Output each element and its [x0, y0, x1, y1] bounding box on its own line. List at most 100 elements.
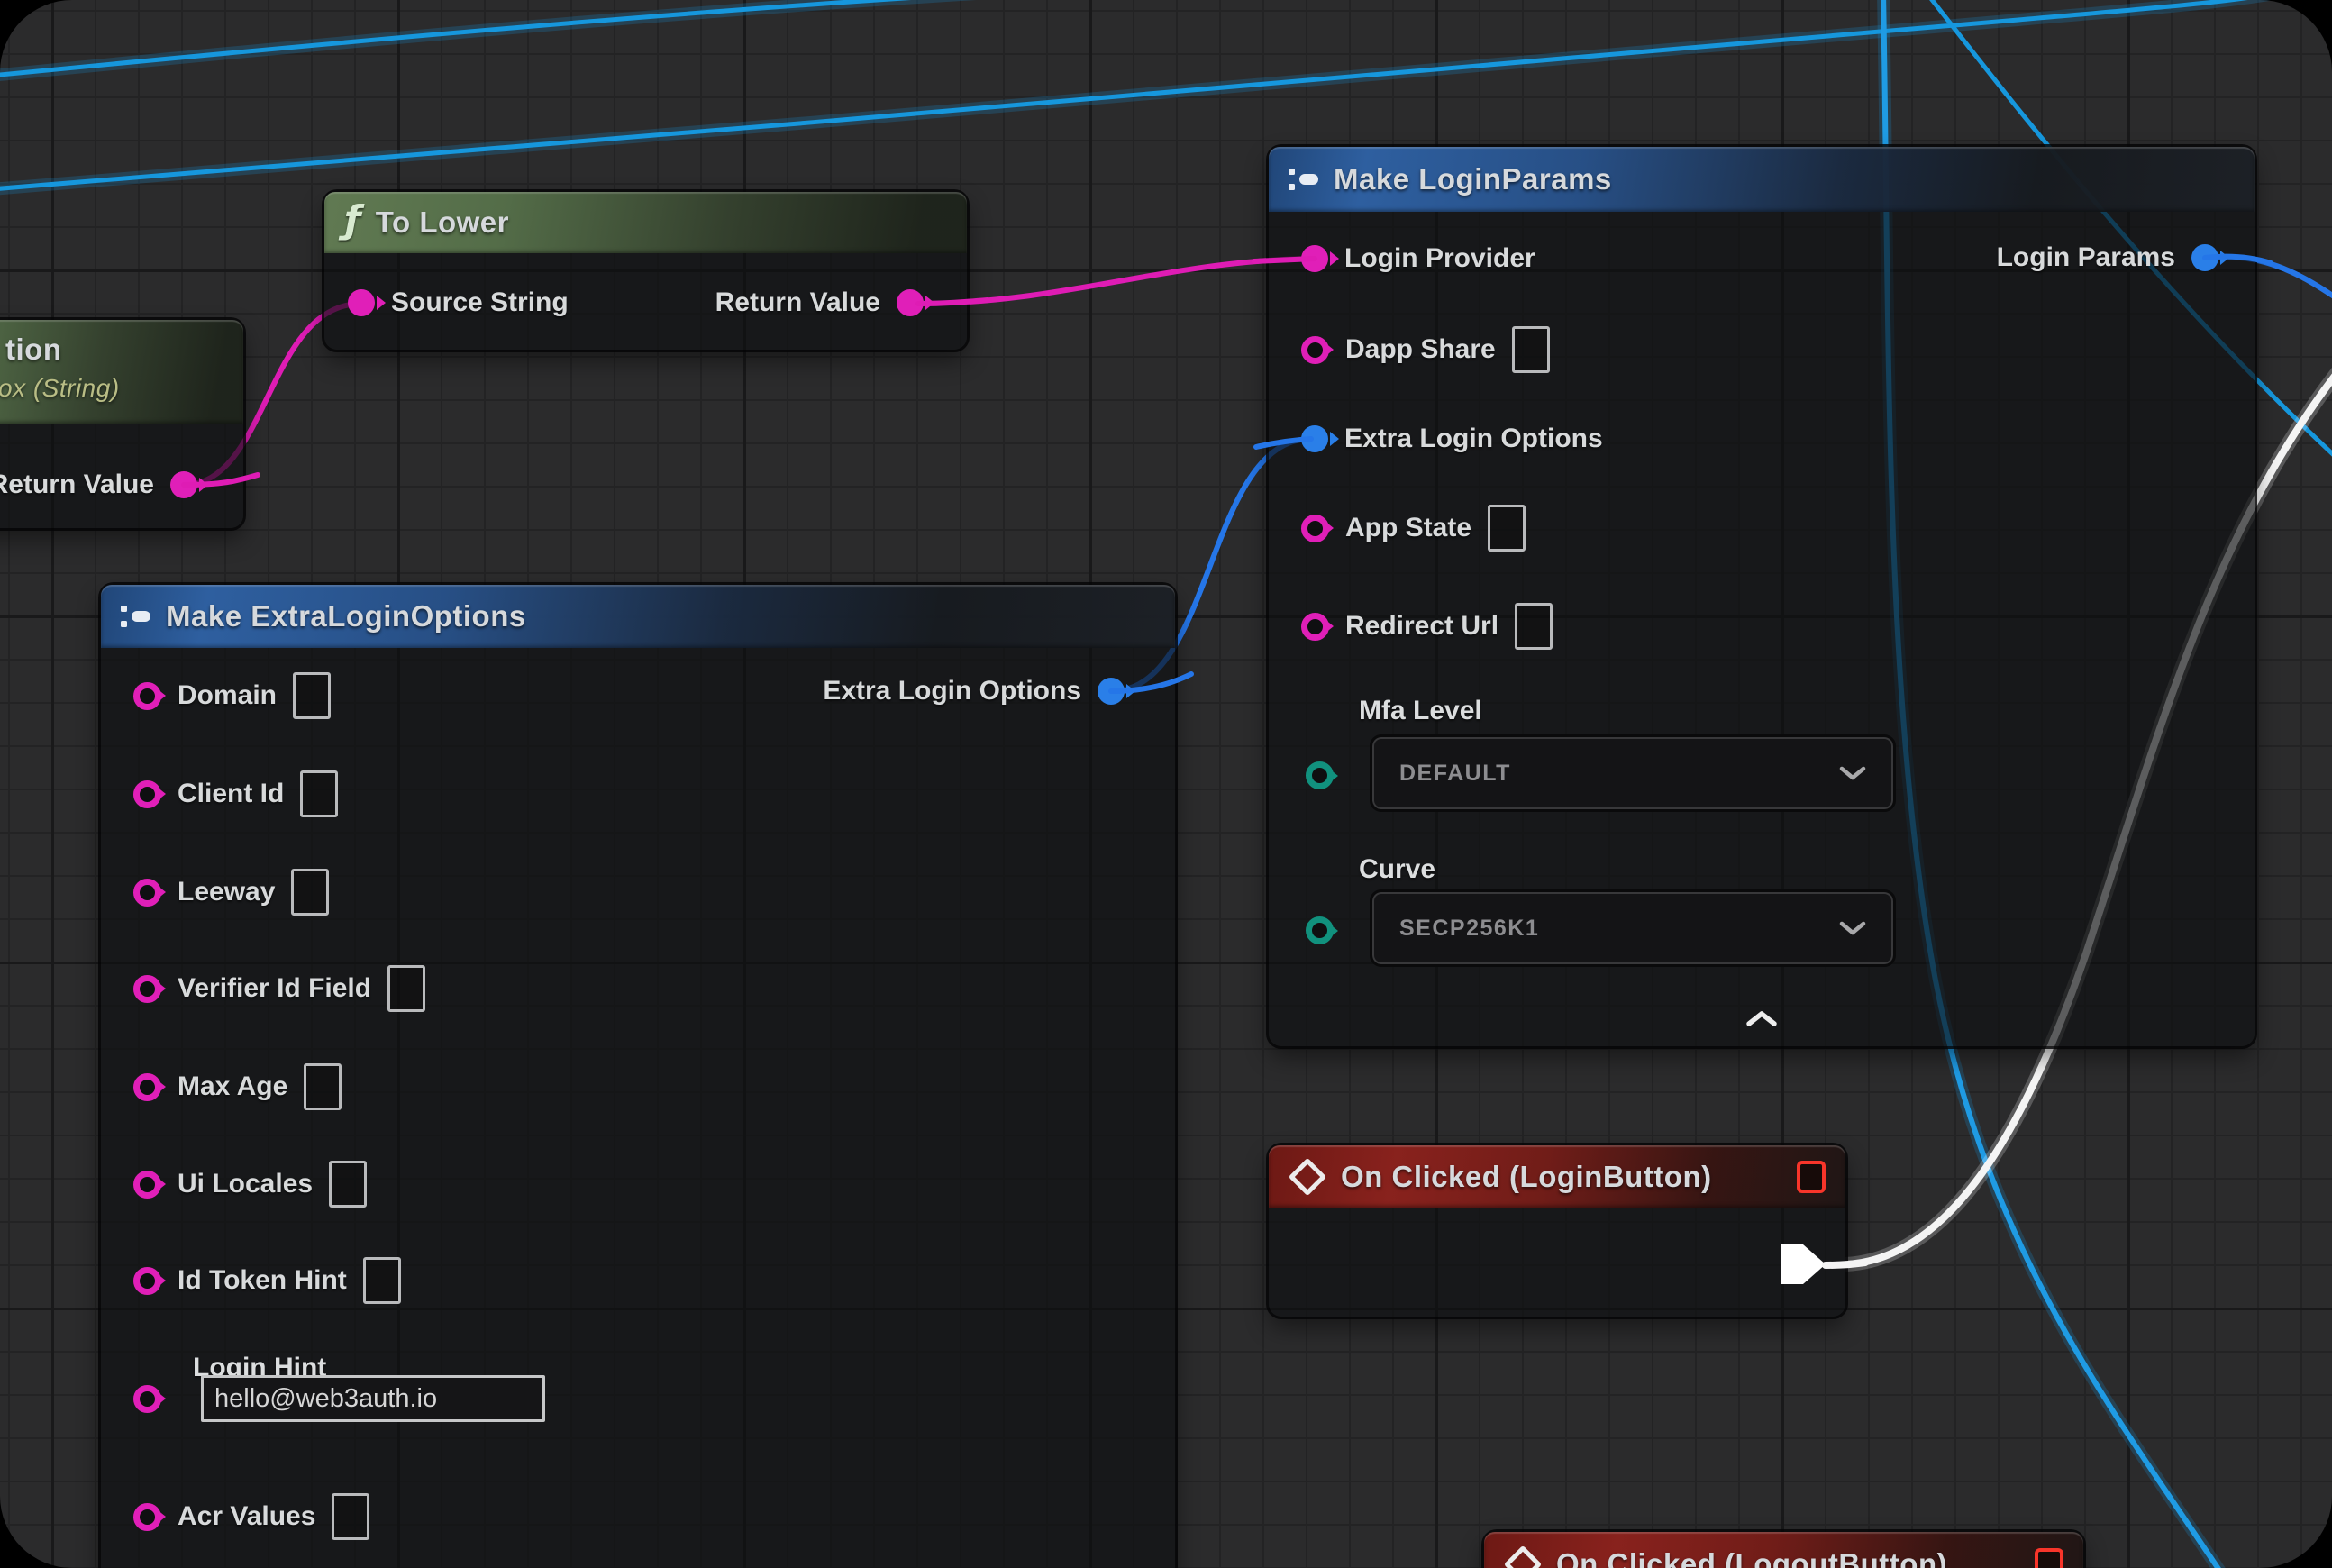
pin-row: Id Token Hint — [133, 1253, 401, 1308]
event-bind-icon[interactable] — [2035, 1548, 2063, 1568]
pin-row: Dapp Share — [1301, 323, 1550, 377]
node-title-bar[interactable]: Make ExtraLoginOptions — [101, 585, 1175, 648]
output-pin-label: Return Value — [715, 287, 880, 318]
curve-pin[interactable] — [1306, 916, 1334, 944]
client-id-checkbox[interactable] — [300, 770, 338, 817]
return-value-pin[interactable] — [170, 471, 197, 498]
node-to-lower[interactable]: ƒ To Lower Source String Return Value — [324, 192, 967, 350]
input-pin-label: Dapp Share — [1345, 334, 1496, 365]
pin-row: Source String — [348, 276, 569, 330]
source-string-pin[interactable] — [348, 289, 375, 316]
client-id-pin[interactable] — [133, 780, 161, 808]
max-age-checkbox[interactable] — [304, 1063, 342, 1110]
input-pin-label: Extra Login Options — [1344, 424, 1603, 454]
ui-locales-checkbox[interactable] — [329, 1161, 367, 1208]
output-pin-label: Login Params — [1997, 242, 2175, 273]
id-token-hint-checkbox[interactable] — [363, 1257, 401, 1304]
redirect-url-pin[interactable] — [1301, 613, 1329, 641]
node-make-login-params[interactable]: Make LoginParams Login Provider Login Pa… — [1269, 147, 2255, 1046]
pin-row: App State — [1301, 501, 1526, 555]
node-subtitle-fragment: ox (String) — [0, 374, 120, 403]
pin-row: Max Age — [133, 1060, 342, 1114]
input-pin-label: Id Token Hint — [178, 1265, 347, 1296]
domain-pin[interactable] — [133, 682, 161, 710]
verifier-id-field-checkbox[interactable] — [387, 965, 425, 1012]
node-title: On Clicked (LogoutButton) — [1556, 1547, 1947, 1568]
dapp-share-checkbox[interactable] — [1512, 326, 1550, 373]
node-title: To Lower — [376, 205, 509, 240]
id-token-hint-pin[interactable] — [133, 1267, 161, 1295]
dapp-share-pin[interactable] — [1301, 336, 1329, 364]
redirect-url-checkbox[interactable] — [1515, 603, 1553, 650]
pin-row: Domain — [133, 669, 331, 723]
pin-row: Verifier Id Field — [133, 962, 425, 1016]
login-hint-input[interactable]: hello@web3auth.io — [201, 1375, 545, 1422]
leeway-checkbox[interactable] — [291, 869, 329, 916]
chevron-up-icon — [1744, 1010, 1780, 1028]
curve-label: Curve — [1359, 854, 1435, 885]
node-title: Make ExtraLoginOptions — [166, 599, 526, 634]
node-partial-function[interactable]: tion ox (String) Return Value — [0, 320, 243, 528]
mfa-level-label: Mfa Level — [1359, 696, 1482, 726]
input-pin-label: Source String — [391, 287, 569, 318]
make-struct-icon — [121, 603, 151, 630]
mfa-level-dropdown[interactable]: DEFAULT — [1372, 737, 1893, 809]
ui-locales-pin[interactable] — [133, 1171, 161, 1199]
chevron-down-icon — [1839, 921, 1866, 935]
output-pin-label: Return Value — [0, 469, 154, 500]
extra-login-options-input-pin[interactable] — [1301, 425, 1328, 452]
event-diamond-icon — [1504, 1545, 1542, 1568]
app-state-checkbox[interactable] — [1488, 505, 1526, 552]
exec-output-pin[interactable] — [1779, 1243, 1831, 1286]
pin-row: Return Value — [0, 458, 197, 512]
login-params-output-pin[interactable] — [2191, 244, 2218, 271]
pin-row: Client Id — [133, 767, 338, 821]
node-title-bar[interactable]: On Clicked (LogoutButton) — [1484, 1532, 2083, 1568]
node-title-bar[interactable]: On Clicked (LoginButton) — [1269, 1145, 1845, 1208]
chevron-down-icon — [1839, 766, 1866, 780]
wire-pink-tolower-to-loginprovider[interactable] — [918, 259, 1315, 304]
node-title-bar[interactable]: tion ox (String) — [0, 320, 243, 424]
login-hint-pin[interactable] — [133, 1385, 161, 1413]
mfa-level-pin[interactable] — [1306, 761, 1334, 789]
node-title-fragment: tion — [5, 333, 61, 367]
input-pin-label: Redirect Url — [1345, 611, 1498, 642]
pin-row: Login Provider — [1301, 232, 1535, 286]
event-bind-icon[interactable] — [1797, 1161, 1826, 1193]
domain-checkbox[interactable] — [293, 672, 331, 719]
make-struct-icon — [1289, 166, 1319, 193]
node-on-clicked-login-button[interactable]: On Clicked (LoginButton) — [1269, 1145, 1845, 1317]
event-diamond-icon — [1289, 1157, 1326, 1195]
acr-values-pin[interactable] — [133, 1503, 161, 1531]
max-age-pin[interactable] — [133, 1073, 161, 1101]
curve-value: SECP256K1 — [1399, 916, 1539, 942]
login-provider-pin[interactable] — [1301, 245, 1328, 272]
extra-login-options-output-pin[interactable] — [1098, 678, 1125, 705]
input-pin-label: Leeway — [178, 877, 275, 907]
input-pin-label: Ui Locales — [178, 1169, 313, 1199]
node-make-extra-login-options[interactable]: Make ExtraLoginOptions Domain Extra Logi… — [101, 585, 1175, 1568]
mfa-level-value: DEFAULT — [1399, 761, 1511, 787]
verifier-id-field-pin[interactable] — [133, 975, 161, 1003]
input-pin-label: Acr Values — [178, 1501, 315, 1532]
node-title: On Clicked (LoginButton) — [1341, 1160, 1712, 1194]
pin-row: Leeway — [133, 865, 329, 919]
curve-dropdown[interactable]: SECP256K1 — [1372, 892, 1893, 964]
pin-row: Ui Locales — [133, 1157, 367, 1211]
pin-row: hello@web3auth.io — [133, 1372, 545, 1426]
leeway-pin[interactable] — [133, 879, 161, 907]
node-title: Make LoginParams — [1334, 162, 1612, 196]
input-pin-label: Domain — [178, 680, 277, 711]
app-state-pin[interactable] — [1301, 515, 1329, 542]
pin-row: Return Value — [715, 276, 924, 330]
node-title-bar[interactable]: ƒ To Lower — [324, 192, 967, 253]
pin-row: Extra Login Options — [1301, 412, 1603, 466]
node-on-clicked-logout-button[interactable]: On Clicked (LogoutButton) — [1484, 1532, 2083, 1568]
return-value-pin[interactable] — [897, 289, 924, 316]
input-pin-label: App State — [1345, 513, 1471, 543]
collapse-node-button[interactable] — [1744, 1010, 1780, 1033]
acr-values-checkbox[interactable] — [332, 1493, 369, 1540]
pin-row: Acr Values — [133, 1490, 369, 1544]
blueprint-graph-canvas[interactable]: tion ox (String) Return Value ƒ To Lower… — [0, 0, 2332, 1568]
node-title-bar[interactable]: Make LoginParams — [1269, 147, 2255, 212]
